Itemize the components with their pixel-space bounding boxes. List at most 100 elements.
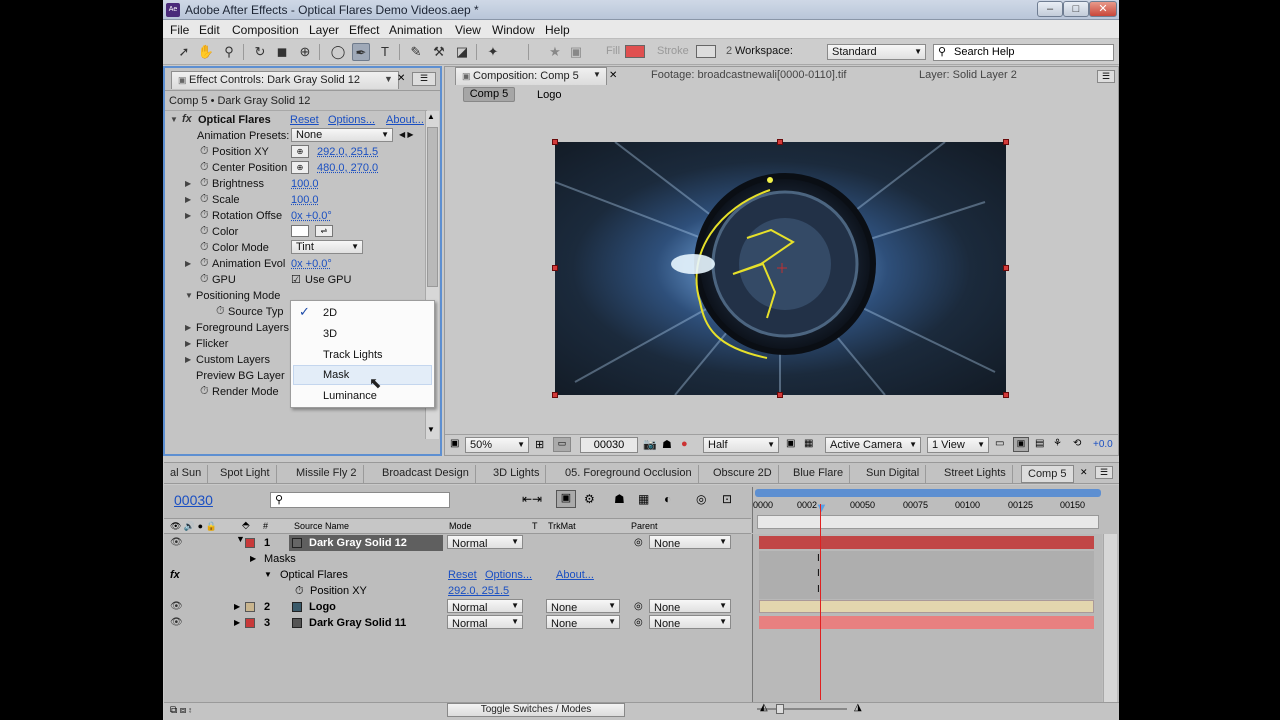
layer-name[interactable]: Logo <box>309 601 336 613</box>
mask-feather-icon[interactable]: ▣ <box>567 43 585 61</box>
shape-tool-icon[interactable]: ◯ <box>329 43 347 61</box>
layer-1-bar[interactable] <box>759 536 1094 549</box>
tab-composition[interactable]: ▣ Composition: Comp 5 ▼ <box>455 67 607 85</box>
menu-help[interactable]: Help <box>545 23 570 37</box>
current-time-indicator[interactable] <box>820 504 821 700</box>
selection-tool-icon[interactable]: ➚ <box>175 43 193 61</box>
bounding-handle[interactable] <box>552 392 558 398</box>
safe-zone-icon[interactable]: ▭ <box>553 437 571 452</box>
bounding-handle[interactable] <box>777 392 783 398</box>
timeline-icon[interactable]: ▤ <box>1035 438 1044 449</box>
fx-icon[interactable]: fx <box>182 113 192 125</box>
always-preview-icon[interactable]: ▣ <box>450 438 459 449</box>
stopwatch-icon[interactable]: ⏱ <box>200 145 209 158</box>
rotate-tool-icon[interactable]: ↻ <box>251 43 269 61</box>
playhead-icon[interactable]: ▼ <box>815 500 828 515</box>
close-tab-icon[interactable]: ✕ <box>1080 467 1088 478</box>
position-xy-value[interactable]: 292.0, 251.5 <box>317 146 378 158</box>
twirl-open-icon[interactable]: ▼ <box>170 115 178 124</box>
graph-editor-icon[interactable]: ⊡ <box>722 492 732 506</box>
tab-blue-flare[interactable]: Blue Flare <box>787 465 851 483</box>
gpu-checkbox[interactable]: ☑ <box>291 273 301 286</box>
tab-al-sun[interactable]: al Sun <box>164 465 209 483</box>
pen-tool-icon[interactable]: ✒ <box>352 43 370 61</box>
layer-parent-select[interactable]: None ▼ <box>649 535 731 550</box>
pan-behind-tool-icon[interactable]: ⊕ <box>296 43 314 61</box>
menu-layer[interactable]: Layer <box>309 23 339 37</box>
bounding-handle[interactable] <box>552 139 558 145</box>
twirl-closed-icon[interactable]: ▶ <box>185 195 191 204</box>
layer-mode-select[interactable]: Normal ▼ <box>447 615 523 630</box>
region-of-interest-icon[interactable]: ▣ <box>786 438 795 449</box>
menu-effect[interactable]: Effect <box>349 23 379 37</box>
zoom-slider-thumb[interactable] <box>776 704 784 714</box>
twirl-closed-icon[interactable]: ▶ <box>185 339 191 348</box>
menu-edit[interactable]: Edit <box>199 23 220 37</box>
layer-row-3[interactable]: 👁 ▶ 3 Dark Gray Solid 11 Normal ▼ None ▼ ◎… <box>164 615 751 631</box>
time-navigator[interactable] <box>757 515 1099 529</box>
menu-view[interactable]: View <box>455 23 481 37</box>
comp-mini-flowchart-icon[interactable]: ⇤⇥ <box>522 492 542 506</box>
crosshair-icon[interactable]: ⊕ <box>291 145 309 158</box>
bounding-handle[interactable] <box>1003 392 1009 398</box>
menu-file[interactable]: File <box>170 23 189 37</box>
camera-tool-icon[interactable]: ◼ <box>273 43 291 61</box>
scroll-down-icon[interactable]: ▼ <box>427 425 435 434</box>
layer-mode-select[interactable]: Normal ▼ <box>447 535 523 550</box>
center-position-value[interactable]: 480.0, 270.0 <box>317 162 378 174</box>
tab-broadcast-design[interactable]: Broadcast Design <box>376 465 476 483</box>
current-time-display[interactable]: 00030 <box>174 492 213 508</box>
brightness-value[interactable]: 100.0 <box>291 178 319 190</box>
stopwatch-icon[interactable]: ⏱ <box>200 225 209 238</box>
search-help-input[interactable]: ⚲ Search Help <box>933 44 1114 61</box>
text-tool-icon[interactable]: T <box>376 43 394 61</box>
breadcrumb-logo[interactable]: Logo <box>537 89 561 101</box>
exposure-icon[interactable]: ⟲ <box>1073 438 1081 449</box>
motion-blur-icon[interactable]: ◐ <box>664 492 671 506</box>
tab-spot-light[interactable]: Spot Light <box>214 465 277 483</box>
tab-3d-lights[interactable]: 3D Lights <box>487 465 547 483</box>
frame-blending-icon[interactable]: ▦ <box>638 492 649 506</box>
maximize-button[interactable]: □ <box>1063 1 1089 17</box>
twirl-open-icon[interactable]: ▼ <box>264 570 272 579</box>
timeline-options-link[interactable]: Options... <box>485 569 532 581</box>
workspace-select[interactable]: Standard ▼ <box>827 44 926 60</box>
fill-swatch[interactable] <box>625 45 645 58</box>
twirl-closed-icon[interactable]: ▶ <box>185 323 191 332</box>
timeline-scrollbar[interactable] <box>1103 534 1117 702</box>
grid-icon[interactable]: ⊞ <box>535 438 544 451</box>
panel-menu-icon[interactable]: ☰ <box>412 72 436 86</box>
twirl-closed-icon[interactable]: ▶ <box>185 355 191 364</box>
scroll-thumb[interactable] <box>427 127 438 287</box>
layer-3-bar[interactable] <box>759 616 1094 629</box>
twirl-closed-icon[interactable]: ▶ <box>234 618 240 627</box>
layer-row-1[interactable]: 👁 ▼ 1 Dark Gray Solid 12 Normal ▼ ◎ None ▼ <box>164 534 751 551</box>
minimize-button[interactable]: – <box>1037 1 1063 17</box>
close-button[interactable]: ✕ <box>1089 1 1117 17</box>
layer-name[interactable]: Dark Gray Solid 12 <box>309 537 407 549</box>
layer-parent-select[interactable]: None ▼ <box>649 615 731 630</box>
stroke-swatch[interactable] <box>696 45 716 58</box>
rotation-value[interactable]: 0x +0.0° <box>291 210 332 222</box>
tab-street-lights[interactable]: Street Lights <box>938 465 1013 483</box>
viewer-timecode[interactable]: 00030 <box>580 437 638 453</box>
stopwatch-icon[interactable]: ⏱ <box>200 273 209 286</box>
draft-3d-icon[interactable]: ⚙ <box>584 492 595 506</box>
stopwatch-icon[interactable]: ⏱ <box>200 177 209 190</box>
zoom-slider-track[interactable] <box>757 708 847 710</box>
layer-trkmat-select[interactable]: None ▼ <box>546 615 620 630</box>
visibility-eye-icon[interactable]: 👁 <box>170 617 183 628</box>
layer-row-2[interactable]: 👁 ▶ 2 Logo Normal ▼ None ▼ ◎ None ▼ <box>164 599 751 615</box>
eraser-tool-icon[interactable]: ◪ <box>453 43 471 61</box>
layer-parent-select[interactable]: None ▼ <box>649 599 731 614</box>
eyedropper-icon[interactable]: ⇌ <box>315 225 333 237</box>
twirl-closed-icon[interactable]: ▶ <box>185 211 191 220</box>
scroll-up-icon[interactable]: ▲ <box>427 112 435 121</box>
animation-evol-value[interactable]: 0x +0.0° <box>291 258 332 270</box>
fx-icon[interactable]: fx <box>170 569 180 581</box>
composition-viewer[interactable] <box>555 142 1006 395</box>
tab-menu-icon[interactable]: ▼ <box>593 70 601 79</box>
layer-label-color[interactable] <box>245 618 255 628</box>
stopwatch-icon[interactable]: ⏱ <box>200 257 209 270</box>
star-icon[interactable]: ★ <box>546 43 564 61</box>
